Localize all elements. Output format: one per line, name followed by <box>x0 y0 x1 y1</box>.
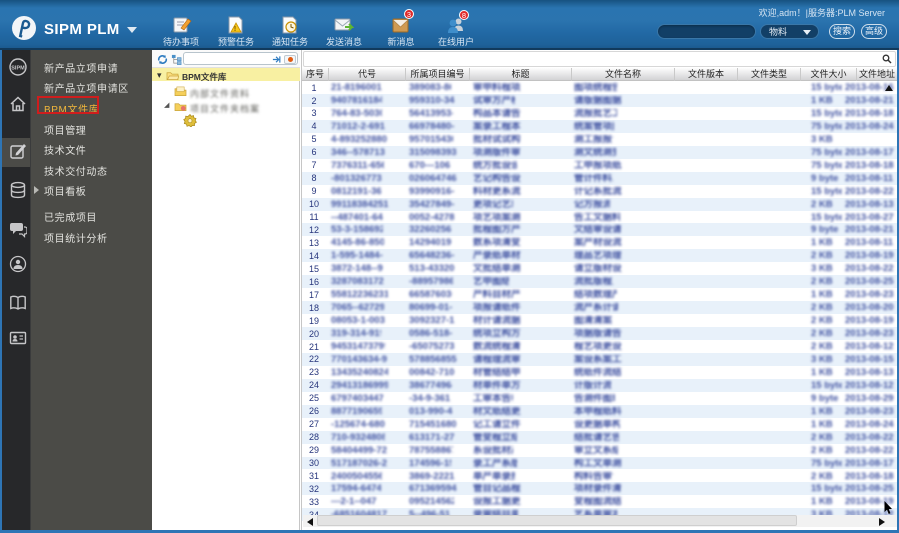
svg-text:SIPM: SIPM <box>11 66 25 72</box>
svg-text:!: ! <box>234 26 236 33</box>
